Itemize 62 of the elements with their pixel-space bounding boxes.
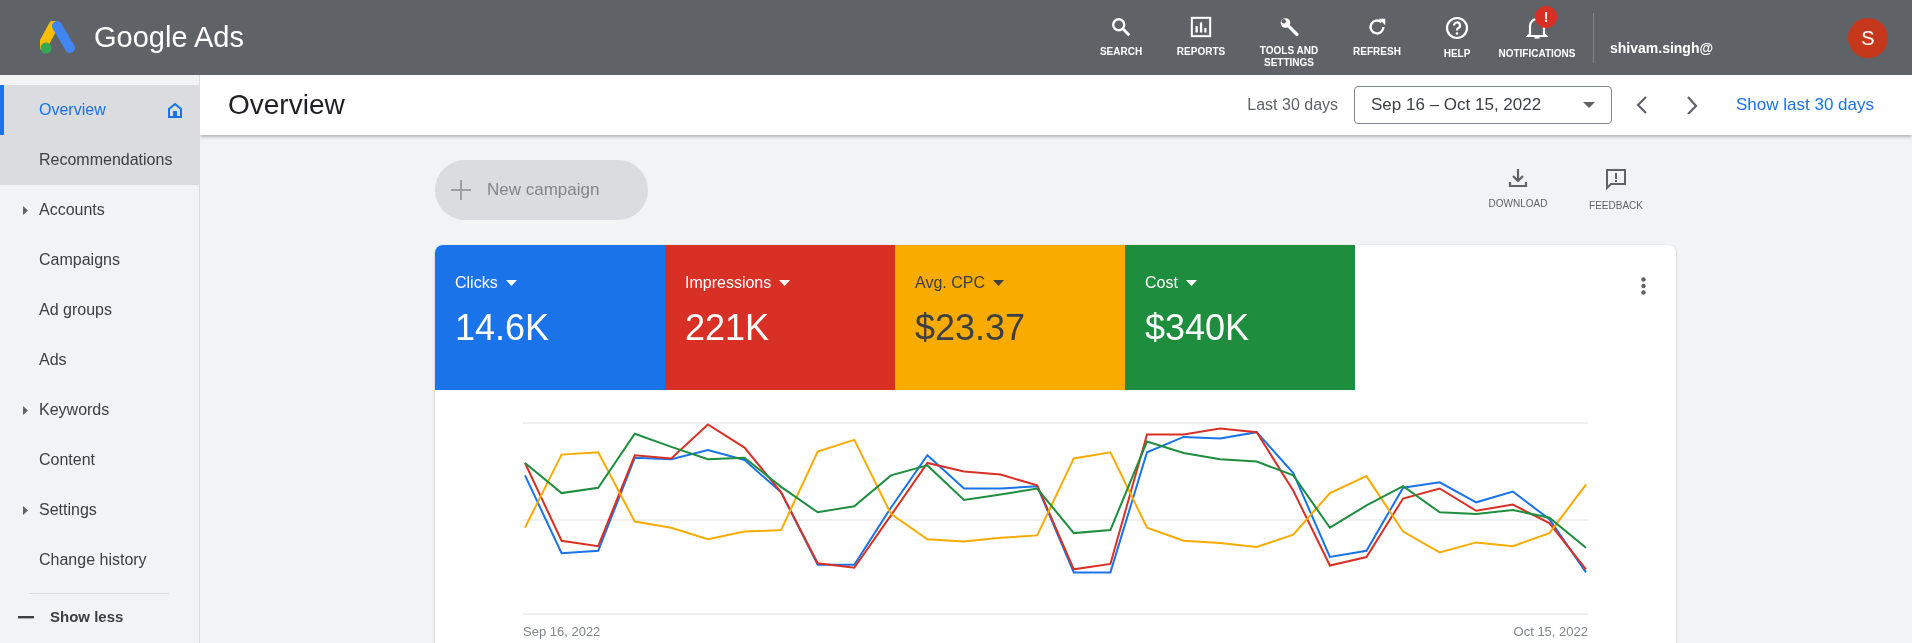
- download-button[interactable]: DOWNLOAD: [1478, 168, 1558, 211]
- help-button[interactable]: HELP: [1417, 5, 1497, 70]
- search-button[interactable]: SEARCH: [1081, 5, 1161, 70]
- caret-icon: [1185, 280, 1197, 286]
- sidebar-item[interactable]: Ad groups: [0, 285, 199, 335]
- metric-label: Cost: [1145, 273, 1178, 293]
- caret-icon: [23, 206, 29, 215]
- notifications-button[interactable]: NOTIFICATIONS !: [1497, 5, 1577, 70]
- metric-value: $23.37: [915, 306, 1027, 350]
- caret-icon: [1583, 102, 1596, 108]
- metric-value: $340K: [1145, 306, 1251, 350]
- next-icon[interactable]: [1686, 96, 1699, 114]
- search-icon: [1110, 15, 1132, 38]
- caret-icon: [992, 280, 1004, 286]
- caret-icon: [779, 280, 791, 286]
- download-icon: [1508, 168, 1528, 188]
- sidebar-item[interactable]: Campaigns: [0, 235, 199, 285]
- sidebar-item[interactable]: Ads: [0, 335, 199, 385]
- date-range-dropdown[interactable]: Sep 16 – Oct 15, 2022: [1354, 86, 1613, 124]
- plus-icon: [451, 180, 471, 200]
- product-name: Google Ads: [94, 19, 244, 55]
- metric-value: 14.6K: [455, 306, 551, 350]
- x-axis-label: Sep 16, 2022: [523, 623, 601, 641]
- logo-icon: [40, 20, 78, 55]
- caret-icon: [23, 406, 29, 415]
- metric-tile[interactable]: Clicks 14.6K: [435, 245, 665, 390]
- metric-label: Impressions: [685, 273, 772, 293]
- sidebar-item[interactable]: Settings: [0, 485, 199, 535]
- previous-icon[interactable]: [1636, 96, 1649, 114]
- feedback-icon: [1605, 168, 1627, 190]
- notification-badge: !: [1535, 5, 1557, 28]
- caret-icon: [505, 280, 517, 286]
- sidebar-item[interactable]: Change history: [0, 535, 199, 585]
- sidebar-item[interactable]: Recommendations: [0, 135, 199, 185]
- home-icon: [167, 102, 183, 118]
- metric-tile[interactable]: Cost $340K: [1125, 245, 1355, 390]
- feedback-button[interactable]: FEEDBACK: [1576, 168, 1656, 213]
- account-email: shivam.singh@: [1610, 39, 1715, 58]
- metric-label: Clicks: [455, 273, 498, 293]
- account-avatar[interactable]: S: [1848, 17, 1888, 58]
- metric-tile[interactable]: Avg. CPC $23.37: [895, 245, 1125, 390]
- sidebar-item[interactable]: Overview: [0, 85, 199, 135]
- tools-button[interactable]: TOOLS AND SETTINGS: [1241, 5, 1337, 70]
- page-title: Overview: [228, 88, 345, 122]
- metric-label: Avg. CPC: [915, 273, 985, 293]
- show-last-30-days-link[interactable]: Show last 30 days: [1736, 92, 1874, 118]
- sidebar-item[interactable]: Content: [0, 435, 199, 485]
- x-axis-label: Oct 15, 2022: [1513, 623, 1588, 641]
- sidebar-item[interactable]: Keywords: [0, 385, 199, 435]
- refresh-button[interactable]: REFRESH: [1337, 5, 1417, 70]
- bell-icon: [1526, 15, 1548, 40]
- metric-tile[interactable]: Impressions 221K: [665, 245, 895, 390]
- show-less-button[interactable]: Show less: [0, 594, 130, 640]
- reports-button[interactable]: REPORTS: [1161, 5, 1241, 70]
- bar-chart-icon: [1190, 15, 1212, 38]
- metric-value: 221K: [685, 306, 771, 350]
- minus-icon: [18, 615, 34, 619]
- sidebar-item[interactable]: Accounts: [0, 185, 199, 235]
- range-label: Last 30 days: [1247, 95, 1339, 115]
- caret-icon: [23, 506, 29, 515]
- more-icon[interactable]: [1641, 277, 1646, 295]
- help-icon: [1445, 15, 1469, 40]
